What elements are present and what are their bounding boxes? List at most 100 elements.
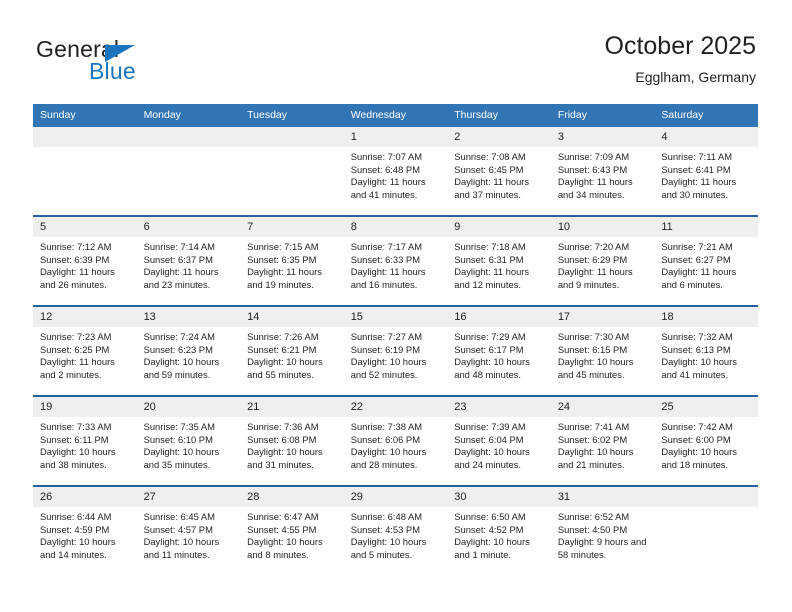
day-cell-inner: 21 Sunrise: 7:36 AM Sunset: 6:08 PM Dayligh… [240, 397, 344, 485]
calendar-day-cell[interactable]: 12 Sunrise: 7:23 AM Sunset: 6:25 PM Dayligh… [33, 305, 137, 396]
calendar-day-cell[interactable]: 11 Sunrise: 7:21 AM Sunset: 6:27 PM Dayligh… [654, 215, 758, 306]
calendar-day-cell[interactable]: 5 Sunrise: 7:12 AM Sunset: 6:39 PM Daylight… [33, 215, 137, 306]
day-sun-info: Sunrise: 7:07 AM Sunset: 6:48 PM Daylight:… [344, 147, 448, 201]
day-cell-inner: 6 Sunrise: 7:14 AM Sunset: 6:37 PM Daylight… [136, 217, 241, 305]
calendar-day-cell[interactable]: 4 Sunrise: 7:11 AM Sunset: 6:41 PM Daylight… [654, 127, 758, 216]
calendar-day-cell[interactable]: 21 Sunrise: 7:36 AM Sunset: 6:08 PM Dayligh… [240, 395, 344, 486]
calendar-day-cell[interactable]: 25 Sunrise: 7:42 AM Sunset: 6:00 PM Dayligh… [654, 395, 758, 486]
day-cell-inner: 15 Sunrise: 7:27 AM Sunset: 6:19 PM Dayligh… [343, 307, 448, 395]
day-number: 10 [550, 217, 655, 237]
calendar-day-cell[interactable]: 20 Sunrise: 7:35 AM Sunset: 6:10 PM Dayligh… [136, 395, 241, 486]
day-cell-inner: 10 Sunrise: 7:20 AM Sunset: 6:29 PM Dayligh… [550, 217, 655, 305]
calendar-day-cell[interactable]: 18 Sunrise: 7:32 AM Sunset: 6:13 PM Dayligh… [654, 305, 758, 396]
day-sun-info: Sunrise: 7:32 AM Sunset: 6:13 PM Daylight:… [654, 327, 758, 381]
day-number: 2 [447, 127, 551, 147]
day-number: 15 [343, 307, 448, 327]
day-number: 6 [136, 217, 241, 237]
day-number: 25 [654, 397, 758, 417]
calendar-day-cell[interactable]: 2 Sunrise: 7:08 AM Sunset: 6:45 PM Daylight… [447, 127, 551, 216]
day-cell-inner: 29 Sunrise: 6:48 AM Sunset: 4:53 PM Dayligh… [343, 487, 448, 575]
day-number: 12 [33, 307, 137, 327]
sunrise-text: Sunrise: 7:29 AM [454, 331, 526, 342]
calendar-day-cell[interactable]: 3 Sunrise: 7:09 AM Sunset: 6:43 PM Daylight… [550, 127, 655, 216]
calendar-day-cell[interactable]: 22 Sunrise: 7:38 AM Sunset: 6:06 PM Dayligh… [343, 395, 448, 486]
calendar-day-cell[interactable]: 13 Sunrise: 7:24 AM Sunset: 6:23 PM Dayligh… [136, 305, 241, 396]
calendar-week-row: 26 Sunrise: 6:44 AM Sunset: 4:59 PM Dayligh… [33, 485, 758, 575]
day-number [240, 127, 344, 147]
title-block: October 2025 Egglham, Germany [605, 30, 757, 87]
calendar-day-cell[interactable]: 31 Sunrise: 6:52 AM Sunset: 4:50 PM Dayligh… [550, 485, 655, 575]
day-cell-inner: 5 Sunrise: 7:12 AM Sunset: 6:39 PM Daylight… [33, 217, 137, 305]
day-cell-inner: 11 Sunrise: 7:21 AM Sunset: 6:27 PM Dayligh… [654, 217, 758, 305]
calendar-header-row: Sunday Monday Tuesday Wednesday Thursday… [33, 104, 758, 127]
calendar-day-cell[interactable]: 15 Sunrise: 7:27 AM Sunset: 6:19 PM Dayligh… [343, 305, 448, 396]
calendar-day-cell[interactable]: 1 Sunrise: 7:07 AM Sunset: 6:48 PM Daylight… [343, 127, 448, 216]
daylight-text: Daylight: 11 hours and 23 minutes. [143, 266, 219, 290]
calendar-day-cell[interactable]: 30 Sunrise: 6:50 AM Sunset: 4:52 PM Dayligh… [447, 485, 551, 575]
day-cell-inner: 31 Sunrise: 6:52 AM Sunset: 4:50 PM Dayligh… [550, 487, 655, 575]
calendar-day-cell[interactable]: 16 Sunrise: 7:29 AM Sunset: 6:17 PM Dayligh… [447, 305, 551, 396]
calendar-day-cell[interactable]: 10 Sunrise: 7:20 AM Sunset: 6:29 PM Dayligh… [550, 215, 655, 306]
calendar-day-cell[interactable]: 29 Sunrise: 6:48 AM Sunset: 4:53 PM Dayligh… [343, 485, 448, 575]
calendar-day-cell[interactable]: 14 Sunrise: 7:26 AM Sunset: 6:21 PM Dayligh… [240, 305, 344, 396]
calendar-day-cell[interactable]: 9 Sunrise: 7:18 AM Sunset: 6:31 PM Daylight… [447, 215, 551, 306]
sunrise-text: Sunrise: 7:42 AM [661, 421, 733, 432]
calendar-day-cell[interactable]: 28 Sunrise: 6:47 AM Sunset: 4:55 PM Dayligh… [240, 485, 344, 575]
weekday-header-tuesday: Tuesday [240, 104, 344, 127]
day-sun-info: Sunrise: 7:29 AM Sunset: 6:17 PM Daylight:… [447, 327, 551, 381]
calendar-day-cell[interactable]: 23 Sunrise: 7:39 AM Sunset: 6:04 PM Dayligh… [447, 395, 551, 486]
general-blue-logo[interactable]: General Blue [36, 36, 296, 88]
sunrise-sunset-calendar: Sunday Monday Tuesday Wednesday Thursday… [33, 104, 758, 575]
day-number: 28 [240, 487, 344, 507]
sunrise-text: Sunrise: 7:26 AM [247, 331, 319, 342]
calendar-day-cell[interactable]: 24 Sunrise: 7:41 AM Sunset: 6:02 PM Dayligh… [550, 395, 655, 486]
day-cell-inner: 2 Sunrise: 7:08 AM Sunset: 6:45 PM Daylight… [447, 127, 551, 215]
calendar-day-cell[interactable]: 19 Sunrise: 7:33 AM Sunset: 6:11 PM Dayligh… [33, 395, 137, 486]
calendar-cell-empty [654, 485, 758, 575]
day-cell-inner: 9 Sunrise: 7:18 AM Sunset: 6:31 PM Daylight… [447, 217, 551, 305]
day-sun-info: Sunrise: 7:20 AM Sunset: 6:29 PM Daylight:… [551, 237, 655, 291]
calendar-day-cell[interactable]: 17 Sunrise: 7:30 AM Sunset: 6:15 PM Dayligh… [550, 305, 655, 396]
day-sun-info: Sunrise: 7:12 AM Sunset: 6:39 PM Daylight:… [33, 237, 137, 291]
daylight-text: Daylight: 11 hours and 34 minutes. [557, 176, 633, 200]
sunset-text: Sunset: 6:13 PM [661, 343, 731, 355]
day-sun-info: Sunrise: 6:48 AM Sunset: 4:53 PM Daylight:… [344, 507, 448, 561]
sunset-text: Sunset: 6:11 PM [40, 433, 109, 445]
sunset-text: Sunset: 6:17 PM [454, 343, 524, 355]
day-sun-info: Sunrise: 7:30 AM Sunset: 6:15 PM Daylight:… [551, 327, 655, 381]
day-sun-info: Sunrise: 7:17 AM Sunset: 6:33 PM Daylight:… [344, 237, 448, 291]
day-sun-info: Sunrise: 7:24 AM Sunset: 6:23 PM Daylight:… [137, 327, 241, 381]
sunset-text: Sunset: 4:59 PM [40, 523, 110, 535]
day-number: 20 [136, 397, 241, 417]
page-header: General Blue October 2025 Egglham, Germa… [0, 0, 792, 100]
page-title: October 2025 [604, 32, 757, 60]
daylight-text: Daylight: 10 hours and 28 minutes. [350, 446, 427, 470]
calendar-day-cell[interactable]: 6 Sunrise: 7:14 AM Sunset: 6:37 PM Daylight… [136, 215, 241, 306]
daylight-text: Daylight: 10 hours and 24 minutes. [454, 446, 530, 470]
day-sun-info: Sunrise: 7:42 AM Sunset: 6:00 PM Daylight:… [654, 417, 758, 471]
day-number: 23 [447, 397, 551, 417]
calendar-day-cell[interactable]: 26 Sunrise: 6:44 AM Sunset: 4:59 PM Dayligh… [33, 485, 137, 575]
sunset-text: Sunset: 4:57 PM [143, 523, 213, 535]
day-sun-info: Sunrise: 7:36 AM Sunset: 6:08 PM Daylight:… [240, 417, 344, 471]
daylight-text: Daylight: 11 hours and 9 minutes. [557, 266, 633, 290]
sunrise-text: Sunrise: 7:21 AM [661, 241, 733, 252]
daylight-text: Daylight: 10 hours and 14 minutes. [40, 536, 116, 560]
day-number: 8 [343, 217, 448, 237]
daylight-text: Daylight: 10 hours and 38 minutes. [40, 446, 116, 470]
sunset-text: Sunset: 6:21 PM [247, 343, 317, 355]
sunrise-text: Sunrise: 7:39 AM [454, 421, 526, 432]
day-number: 24 [550, 397, 655, 417]
sunset-text: Sunset: 6:35 PM [247, 253, 317, 265]
daylight-text: Daylight: 10 hours and 1 minute. [454, 536, 530, 560]
day-sun-info: Sunrise: 7:15 AM Sunset: 6:35 PM Daylight:… [240, 237, 344, 291]
daylight-text: Daylight: 11 hours and 30 minutes. [661, 176, 737, 200]
calendar-cell-empty [240, 127, 344, 216]
weekday-header-row: Sunday Monday Tuesday Wednesday Thursday… [33, 104, 758, 127]
day-sun-info: Sunrise: 7:11 AM Sunset: 6:41 PM Daylight:… [654, 147, 758, 201]
day-sun-info: Sunrise: 7:21 AM Sunset: 6:27 PM Daylight:… [654, 237, 758, 291]
calendar-day-cell[interactable]: 8 Sunrise: 7:17 AM Sunset: 6:33 PM Daylight… [343, 215, 448, 306]
day-sun-info: Sunrise: 7:35 AM Sunset: 6:10 PM Daylight:… [137, 417, 241, 471]
calendar-day-cell[interactable]: 7 Sunrise: 7:15 AM Sunset: 6:35 PM Daylight… [240, 215, 344, 306]
calendar-day-cell[interactable]: 27 Sunrise: 6:45 AM Sunset: 4:57 PM Dayligh… [136, 485, 241, 575]
